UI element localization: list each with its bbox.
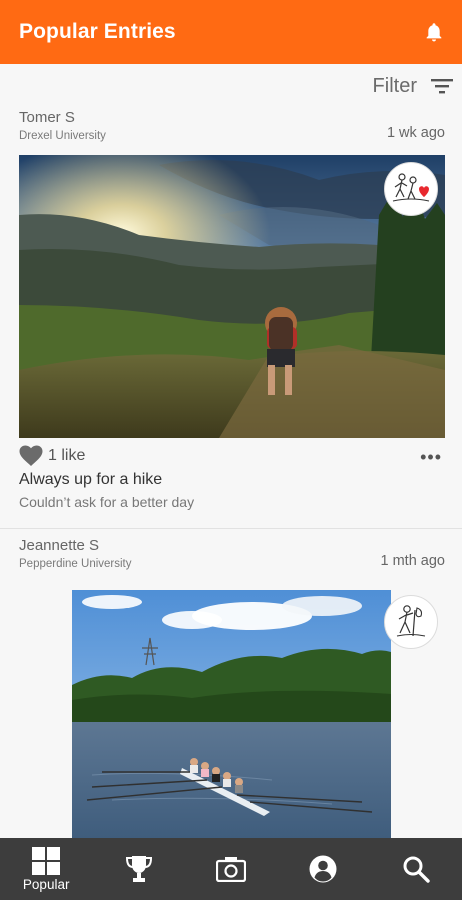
tab-profile[interactable] bbox=[277, 838, 369, 900]
feed-post: Jeannette S Pepperdine University 1 mth … bbox=[0, 532, 462, 842]
page-title: Popular Entries bbox=[19, 20, 176, 43]
more-options-button[interactable]: ••• bbox=[420, 447, 442, 468]
more-icon: ••• bbox=[420, 447, 442, 467]
profile-icon bbox=[309, 855, 337, 883]
bottom-tab-bar: Popular bbox=[0, 838, 462, 900]
filter-icon bbox=[431, 79, 453, 94]
post-time: 1 wk ago bbox=[386, 125, 445, 141]
camera-icon bbox=[216, 857, 247, 882]
hiker-icon bbox=[396, 605, 426, 637]
heart-icon bbox=[19, 445, 43, 466]
post-school: Drexel University bbox=[19, 130, 106, 142]
notifications-button[interactable] bbox=[423, 21, 445, 43]
tab-popular[interactable]: Popular bbox=[0, 838, 92, 900]
category-badge[interactable] bbox=[384, 595, 438, 649]
filter-label: Filter bbox=[372, 74, 417, 97]
post-time: 1 mth ago bbox=[380, 553, 446, 569]
category-badge[interactable] bbox=[384, 162, 438, 216]
tab-trophy[interactable] bbox=[92, 838, 184, 900]
search-icon bbox=[403, 856, 430, 883]
grid-icon bbox=[32, 846, 61, 875]
post-description: Couldn’t ask for a better day bbox=[19, 494, 195, 510]
hikers-heart-icon bbox=[392, 173, 430, 202]
filter-button[interactable]: Filter bbox=[373, 73, 453, 99]
post-photo-hike[interactable] bbox=[19, 155, 445, 438]
tab-search[interactable] bbox=[370, 838, 462, 900]
post-school: Pepperdine University bbox=[19, 558, 132, 570]
trophy-icon bbox=[125, 856, 152, 882]
bell-icon bbox=[426, 23, 442, 42]
tab-camera[interactable] bbox=[185, 838, 277, 900]
like-button[interactable]: 1 like bbox=[19, 445, 85, 467]
post-photo-rowing[interactable] bbox=[72, 590, 391, 842]
post-author: Jeannette S bbox=[19, 537, 100, 554]
feed-post: Tomer S Drexel University 1 wk ago 1 lik… bbox=[0, 104, 462, 529]
tab-popular-label: Popular bbox=[22, 876, 70, 892]
app-header: Popular Entries bbox=[0, 0, 462, 64]
like-count: 1 like bbox=[48, 447, 86, 464]
post-title: Always up for a hike bbox=[19, 471, 163, 488]
app: Popular Entries Filter Tomer S Drexel Un… bbox=[0, 0, 462, 900]
post-author: Tomer S bbox=[19, 109, 75, 126]
